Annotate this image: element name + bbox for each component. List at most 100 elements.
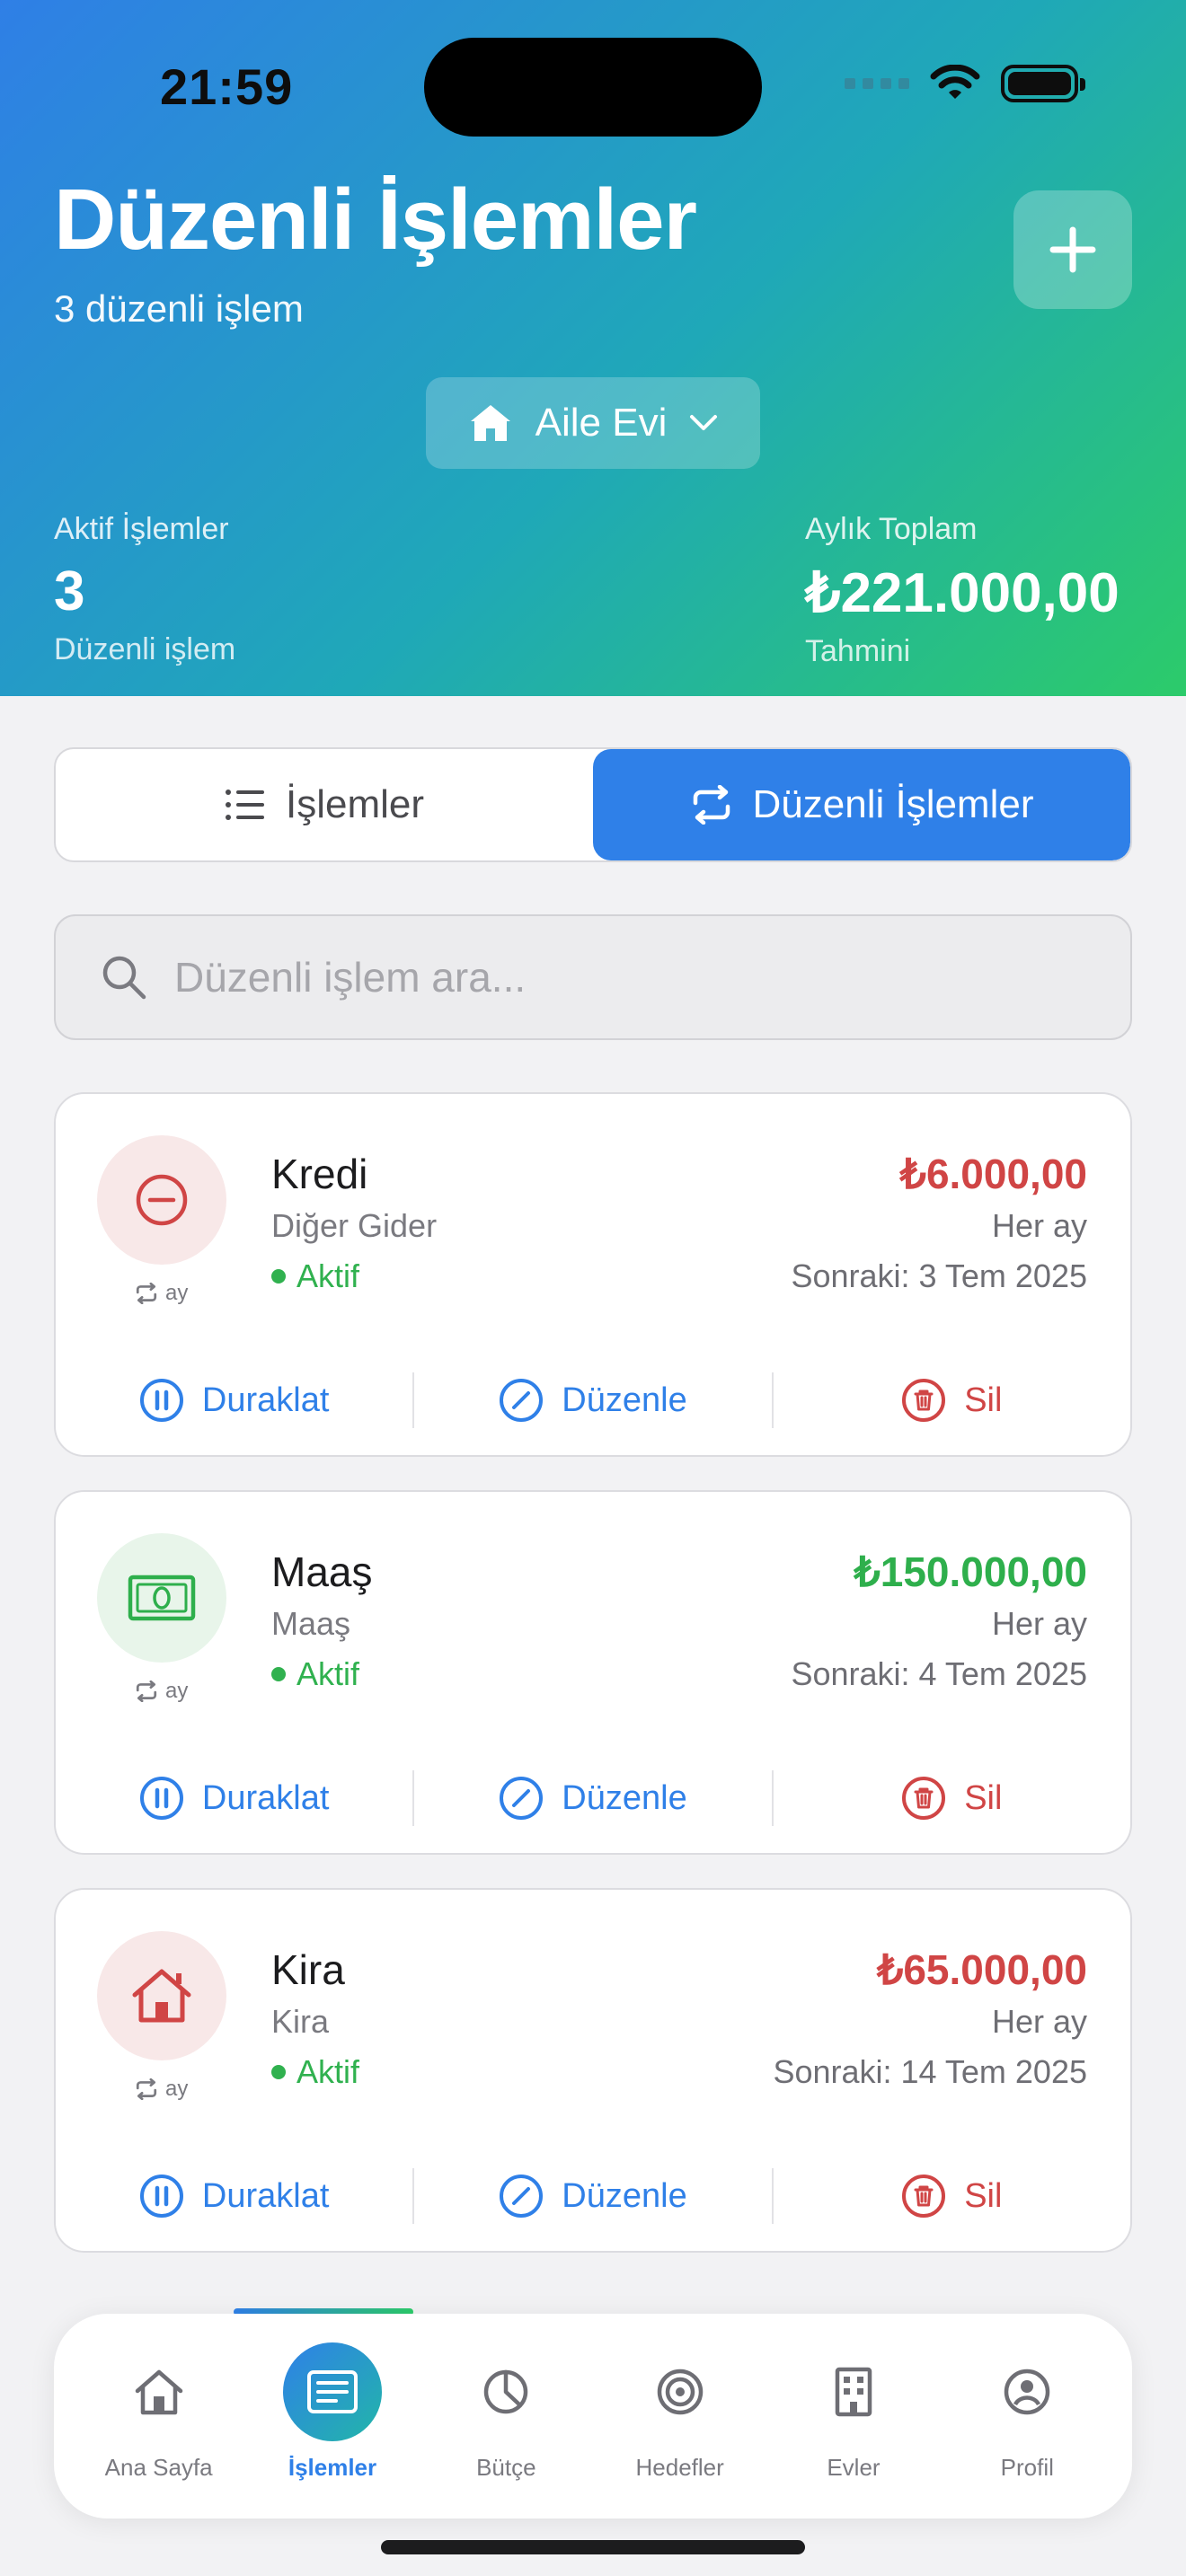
pause-button[interactable]: Duraklat (56, 1369, 412, 1432)
edit-label: Düzenle (562, 2176, 687, 2215)
trash-icon (902, 2175, 946, 2218)
house-icon (132, 1969, 191, 2023)
pie-chart-icon (484, 2369, 528, 2414)
plus-icon (1049, 226, 1096, 273)
status-badge: Aktif (271, 1655, 359, 1693)
tab-bar: Ana Sayfa İşlemler Bütçe Hedefler Evler … (54, 2314, 1132, 2519)
transaction-period: Her ay (991, 1207, 1087, 1244)
category-avatar (97, 1931, 226, 2060)
status-badge: Aktif (271, 1257, 359, 1295)
tab-goals-icon-wrap (631, 2342, 730, 2441)
transaction-category: Kira (271, 2003, 330, 2040)
repeat-icon (136, 1681, 157, 1702)
recurring-card[interactable]: ay Maaş Maaş Aktif ₺150.000,00 Her ay So… (54, 1490, 1132, 1855)
page-subtitle: 3 düzenli işlem (54, 287, 304, 330)
minus-circle-icon (136, 1174, 188, 1226)
wifi-icon (930, 65, 980, 99)
segment-transactions-label: İşlemler (285, 782, 425, 826)
tab-goals[interactable]: Hedefler (593, 2314, 766, 2519)
tab-home-icon-wrap (110, 2342, 208, 2441)
repeat-icon (693, 785, 730, 825)
status-label: Aktif (296, 1655, 360, 1692)
delete-label: Sil (964, 1381, 1003, 1419)
monthly-total-label: Aylık Toplam (805, 512, 978, 546)
segment-transactions[interactable]: İşlemler (56, 749, 593, 860)
delete-button[interactable]: Sil (774, 1767, 1130, 1830)
transaction-amount: ₺6.000,00 (899, 1151, 1087, 1197)
recurring-card[interactable]: ay Kira Kira Aktif ₺65.000,00 Her ay Son… (54, 1888, 1132, 2253)
tab-profile-icon-wrap (978, 2342, 1076, 2441)
receipt-icon (306, 2370, 358, 2413)
transaction-name: Kredi (271, 1151, 368, 1197)
repeat-icon (136, 1283, 157, 1304)
tab-goals-label: Hedefler (635, 2454, 724, 2481)
delete-button[interactable]: Sil (774, 2165, 1130, 2228)
edit-label: Düzenle (562, 1381, 687, 1419)
delete-button[interactable]: Sil (774, 1369, 1130, 1432)
frequency-badge: ay (135, 2077, 188, 2102)
active-stat: Aktif İşlemler 3 Düzenli işlem (54, 512, 235, 667)
transaction-category: Diğer Gider (271, 1207, 438, 1244)
delete-label: Sil (964, 1778, 1003, 1817)
search-icon (102, 956, 146, 1000)
transaction-name: Kira (271, 1946, 345, 1993)
edit-label: Düzenle (562, 1778, 687, 1817)
tab-home[interactable]: Ana Sayfa (72, 2314, 245, 2519)
tab-transactions[interactable]: İşlemler (245, 2314, 419, 2519)
status-dot (271, 1667, 286, 1681)
status-icons (845, 65, 1085, 102)
edit-button[interactable]: Düzenle (414, 1767, 771, 1830)
home-selector[interactable]: Aile Evi (426, 377, 760, 469)
status-time: 21:59 (160, 58, 294, 115)
house-icon (470, 405, 510, 441)
add-recurring-button[interactable] (1013, 190, 1132, 309)
edit-icon (500, 2175, 544, 2218)
header: 21:59 Düzenli İşlemler 3 düzenli işlem A… (0, 0, 1186, 696)
tab-budget[interactable]: Bütçe (420, 2314, 593, 2519)
recurring-card[interactable]: ay Kredi Diğer Gider Aktif ₺6.000,00 Her… (54, 1092, 1132, 1457)
status-label: Aktif (296, 1257, 360, 1294)
view-segmented-control: İşlemler Düzenli İşlemler (54, 747, 1132, 862)
trash-icon (902, 1777, 946, 1820)
frequency-badge: ay (135, 1679, 188, 1704)
pause-label: Duraklat (201, 1778, 330, 1817)
tab-transactions-label: İşlemler (288, 2454, 377, 2481)
transaction-name: Maaş (271, 1548, 373, 1595)
monthly-total-sub: Tahmini (805, 634, 911, 668)
pause-icon (139, 1777, 183, 1820)
pause-button[interactable]: Duraklat (56, 2165, 412, 2228)
monthly-total-stat: Aylık Toplam ₺221.000,00 Tahmini (805, 512, 1120, 669)
home-indicator (381, 2540, 805, 2554)
frequency-badge: ay (135, 1281, 188, 1306)
search-input[interactable] (174, 953, 1073, 1001)
transaction-amount: ₺65.000,00 (877, 1946, 1087, 1993)
battery-icon (1001, 65, 1085, 102)
tab-transactions-icon-wrap (282, 2342, 382, 2441)
page-title: Düzenli İşlemler (54, 172, 697, 268)
pause-label: Duraklat (201, 2176, 330, 2215)
tab-homes[interactable]: Evler (766, 2314, 940, 2519)
transaction-category: Maaş (271, 1605, 351, 1642)
home-icon (135, 2369, 182, 2415)
active-stat-label: Aktif İşlemler (54, 512, 229, 546)
edit-button[interactable]: Düzenle (414, 1369, 771, 1432)
chevron-down-icon (690, 415, 718, 430)
segment-recurring[interactable]: Düzenli İşlemler (593, 749, 1130, 860)
status-badge: Aktif (271, 2053, 359, 2091)
tab-homes-icon-wrap (804, 2342, 903, 2441)
frequency-label: ay (165, 1281, 189, 1305)
tab-profile[interactable]: Profil (941, 2314, 1114, 2519)
next-date: Sonraki: 14 Tem 2025 (773, 2053, 1087, 2090)
next-date: Sonraki: 4 Tem 2025 (791, 1655, 1087, 1692)
pause-button[interactable]: Duraklat (56, 1767, 412, 1830)
transaction-period: Her ay (991, 1605, 1087, 1642)
tab-budget-icon-wrap (456, 2342, 555, 2441)
tab-home-label: Ana Sayfa (104, 2454, 213, 2481)
edit-icon (500, 1777, 544, 1820)
banknote-icon (128, 1575, 196, 1621)
repeat-icon (136, 2078, 157, 2100)
edit-button[interactable]: Düzenle (414, 2165, 771, 2228)
target-icon (657, 2369, 703, 2415)
edit-icon (500, 1379, 544, 1422)
profile-icon (1005, 2369, 1050, 2415)
